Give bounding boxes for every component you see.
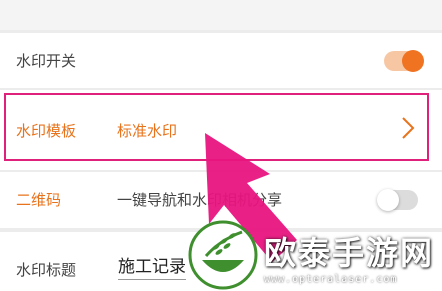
toggle-knob xyxy=(402,50,424,72)
row-watermark-switch[interactable]: 水印开关 xyxy=(0,33,442,88)
watermark-switch-toggle[interactable] xyxy=(384,50,424,72)
top-strip xyxy=(0,0,442,30)
watermark-switch-label: 水印开关 xyxy=(16,52,77,70)
watermark-logo-url: www.opteralaser.com xyxy=(264,274,398,285)
highlight-annotation xyxy=(4,93,429,161)
qr-code-toggle[interactable] xyxy=(377,189,418,211)
qr-code-label: 二维码 xyxy=(16,191,62,209)
watermark-logo-text: 欧泰手游网 xyxy=(264,234,435,272)
qr-code-description: 一键导航和水印相机分享 xyxy=(117,191,283,209)
watermark-title-input[interactable]: 施工记录 xyxy=(118,252,186,280)
watermark-title-label: 水印标题 xyxy=(16,261,77,279)
watermark-logo: 欧泰手游网 www.opteralaser.com xyxy=(186,218,442,291)
settings-screen: 水印开关 水印模板 标准水印 二维码 一键导航和水印相机分享 水印标题 施工记录 xyxy=(0,0,442,291)
wheat-bowl-logo-icon xyxy=(188,220,258,290)
toggle-knob xyxy=(377,189,399,211)
